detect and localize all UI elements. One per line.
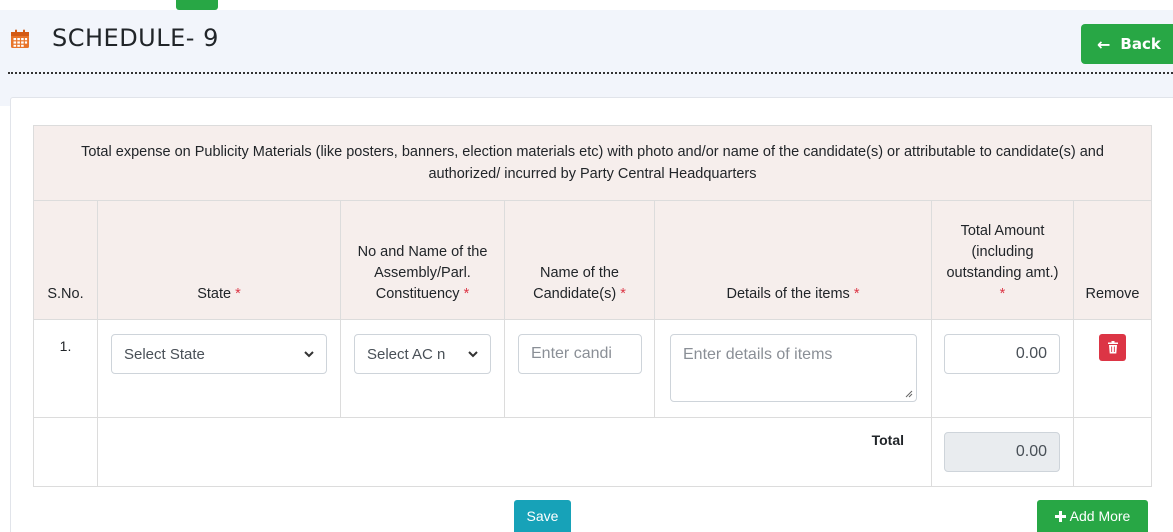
add-more-button[interactable]: Add More (1037, 500, 1148, 532)
state-select[interactable]: Select State (111, 334, 327, 374)
col-header-details: Details of the items * (654, 200, 932, 320)
item-details-textarea[interactable]: Enter details of items (670, 334, 917, 402)
total-row-spacer (33, 417, 98, 487)
total-row: Total 0.00 (33, 417, 1152, 487)
top-tab-indicator (176, 0, 218, 10)
required-marker: * (463, 286, 470, 302)
chevron-down-icon (304, 351, 314, 358)
add-more-label: Add More (1069, 508, 1131, 524)
required-marker: * (235, 286, 241, 302)
amount-input[interactable]: 0.00 (944, 334, 1060, 374)
table-caption: Total expense on Publicity Materials (li… (33, 125, 1152, 201)
calendar-icon (11, 29, 29, 48)
required-marker: * (999, 286, 1006, 302)
total-label: Total (97, 417, 932, 487)
col-header-amount: Total Amount (including outstanding amt.… (931, 200, 1074, 320)
col-header-state: State * (97, 200, 341, 320)
col-header-remove: Remove (1073, 200, 1152, 320)
item-details-placeholder: Enter details of items (683, 346, 833, 363)
total-amount-field: 0.00 (944, 432, 1060, 472)
total-row-empty (1073, 417, 1152, 487)
header-divider (8, 72, 1173, 74)
back-button[interactable]: ← Back (1081, 24, 1173, 64)
table-row: 1. Select State Select AC n Enter candi … (33, 319, 1152, 418)
col-header-constituency: No and Name of the Assembly/Parl. Consti… (340, 200, 505, 320)
resize-grip-icon[interactable] (905, 390, 913, 398)
save-button[interactable]: Save (514, 500, 571, 532)
trash-icon (1107, 341, 1118, 354)
plus-icon (1054, 510, 1066, 522)
required-marker: * (853, 286, 860, 302)
constituency-select-value: Select AC n (367, 345, 446, 363)
row-sno: 1. (33, 319, 98, 418)
constituency-select[interactable]: Select AC n (354, 334, 491, 374)
candidate-name-input[interactable]: Enter candi (518, 334, 642, 374)
state-select-value: Select State (124, 345, 205, 363)
back-button-label: Back (1120, 35, 1161, 53)
remove-row-button[interactable] (1099, 334, 1126, 361)
arrow-left-icon: ← (1097, 34, 1111, 54)
col-header-sno: S.No. (33, 200, 98, 320)
required-marker: * (620, 286, 626, 302)
chevron-down-icon (468, 351, 478, 358)
col-header-candidate: Name of the Candidate(s) * (504, 200, 655, 320)
page-title: SCHEDULE- 9 (52, 24, 219, 52)
table-header-row: S.No. State * No and Name of the Assembl… (33, 200, 1152, 320)
schedule-table: Total expense on Publicity Materials (li… (33, 125, 1152, 487)
